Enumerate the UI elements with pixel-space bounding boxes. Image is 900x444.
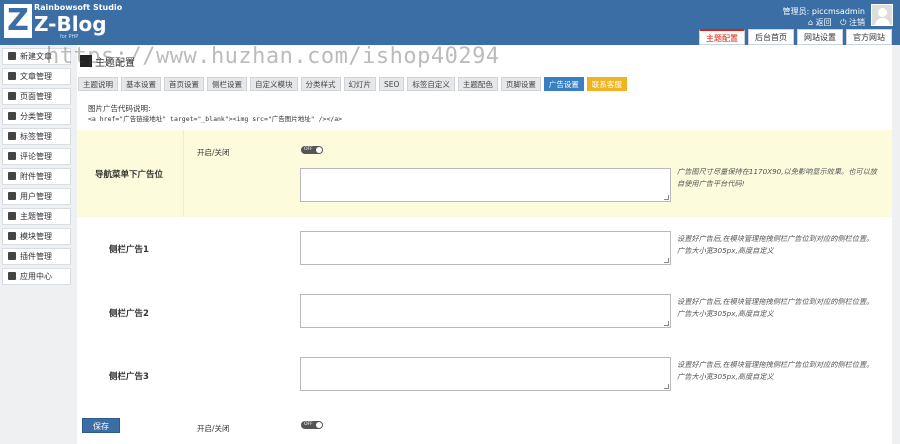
folder-icon — [8, 112, 16, 120]
settings-subtabs: 主题说明 基本设置 首页设置 侧栏设置 自定义模块 分类样式 幻灯片 SEO 标… — [78, 77, 627, 91]
settings-icon — [80, 55, 92, 67]
sidebar-item-label: 分类管理 — [20, 112, 52, 121]
ad-code-sample: <a href="广告链接地址" target="_blank"><img sr… — [88, 115, 343, 123]
tab-theme-intro[interactable]: 主题说明 — [78, 77, 118, 91]
tab-basic-settings[interactable]: 基本设置 — [121, 77, 161, 91]
top-header-bar: Z Rainbowsoft Studio Z-Blog for PHP 管理员:… — [0, 0, 900, 45]
sidebar-item-comments[interactable]: 评论管理 — [2, 148, 71, 165]
sidebar-item-label: 模块管理 — [20, 232, 52, 241]
sidebar-ad-3-hint: 设置好广告后,在模块管理拖拽侧栏广告位到对应的侧栏位置。广告大小宽305px,高… — [677, 360, 874, 381]
tag-icon — [8, 132, 16, 140]
sidebar-item-label: 页面管理 — [20, 92, 52, 101]
ad-row-sidebar-1: 侧栏广告1 设置好广告后,在模块管理拖拽侧栏广告位到对应的侧栏位置。广告大小宽3… — [77, 217, 892, 279]
toggle-label: 开启/关闭 — [197, 148, 230, 157]
brand-studio-text: Rainbowsoft Studio — [34, 3, 123, 12]
resize-handle-icon[interactable] — [664, 384, 669, 389]
row-label: 导航菜单下广告位 — [94, 170, 163, 180]
ad-row-nav: 导航菜单下广告位 开启/关闭 OFF 广告图尺寸尽量保持在1170X90,以免影… — [77, 130, 892, 217]
avatar[interactable] — [871, 4, 893, 26]
sidebar-ad-1-textarea[interactable] — [300, 231, 671, 265]
logout-link[interactable]: ⏻ 注销 — [840, 18, 865, 27]
row-label: 侧栏广告1 — [109, 245, 149, 255]
tab-custom-modules[interactable]: 自定义模块 — [250, 77, 298, 91]
back-link[interactable]: ⌂ 返回 — [808, 18, 832, 27]
sidebar-ad-2-hint: 设置好广告后,在模块管理拖拽侧栏广告位到对应的侧栏位置。广告大小宽305px,高… — [677, 297, 874, 318]
attachment-icon — [8, 172, 16, 180]
sidebar-item-attachments[interactable]: 附件管理 — [2, 168, 71, 185]
nav-ad-hint: 广告图尺寸尽量保持在1170X90,以免影响显示效果。也可以放自使用广告平台代码… — [677, 167, 877, 188]
app-center-icon — [8, 272, 16, 280]
bottom-toggle-label: 开启/关闭 — [197, 424, 230, 433]
sidebar-item-label: 文章管理 — [20, 72, 52, 81]
tab-tag-custom[interactable]: 标签自定义 — [407, 77, 455, 91]
bottom-ad-toggle[interactable]: OFF — [301, 421, 323, 429]
comment-icon — [8, 152, 16, 160]
save-button[interactable]: 保存 — [82, 418, 120, 433]
resize-handle-icon[interactable] — [664, 321, 669, 326]
brand-name: Z-Blog — [34, 12, 107, 36]
sidebar-item-label: 应用中心 — [20, 272, 52, 281]
page-title-area: 主题配置 — [80, 54, 135, 69]
pencil-icon — [8, 52, 16, 60]
sidebar-item-label: 用户管理 — [20, 192, 52, 201]
tab-footer-settings[interactable]: 页脚设置 — [500, 77, 541, 91]
theme-icon — [8, 212, 16, 220]
sidebar-item-label: 插件管理 — [20, 252, 52, 261]
top-nav-tabs: 主题配置 后台首页 网站设置 官方网站 — [699, 29, 892, 45]
nav-ad-toggle[interactable]: OFF — [301, 146, 323, 154]
tab-theme-colors[interactable]: 主题配色 — [457, 77, 498, 91]
sidebar-item-categories[interactable]: 分类管理 — [2, 108, 71, 125]
tab-slideshow[interactable]: 幻灯片 — [343, 77, 376, 91]
tab-seo[interactable]: SEO — [379, 77, 405, 91]
tab-sidebar-settings[interactable]: 侧栏设置 — [207, 77, 247, 91]
ad-row-sidebar-3: 侧栏广告3 设置好广告后,在模块管理拖拽侧栏广告位到对应的侧栏位置。广告大小宽3… — [77, 341, 892, 403]
sidebar-ad-3-textarea[interactable] — [300, 357, 671, 391]
sidebar-item-plugins[interactable]: 插件管理 — [2, 248, 71, 265]
sidebar-ad-2-textarea[interactable] — [300, 294, 671, 328]
sidebar-item-label: 主题管理 — [20, 212, 52, 221]
resize-handle-icon[interactable] — [664, 195, 669, 200]
sidebar-item-label: 新建文章 — [20, 52, 52, 61]
row-label: 侧栏广告2 — [109, 309, 149, 319]
document-icon — [8, 72, 16, 80]
sidebar-item-app-center[interactable]: 应用中心 — [2, 268, 71, 285]
page-icon — [8, 92, 16, 100]
brand-subtitle: for PHP — [60, 34, 79, 40]
zblog-logo-icon: Z — [4, 4, 32, 38]
admin-user-label: 管理员: piccmsadmin — [782, 7, 865, 16]
tab-theme-config[interactable]: 主题配置 — [699, 29, 745, 45]
tab-dashboard[interactable]: 后台首页 — [748, 29, 794, 45]
sidebar-item-modules[interactable]: 模块管理 — [2, 228, 71, 245]
page-title: 主题配置 — [95, 57, 135, 69]
sidebar-ad-1-hint: 设置好广告后,在模块管理拖拽侧栏广告位到对应的侧栏位置。广告大小宽305px,高… — [677, 234, 874, 255]
row-label: 侧栏广告3 — [109, 372, 149, 382]
tab-category-style[interactable]: 分类样式 — [300, 77, 341, 91]
module-icon — [8, 232, 16, 240]
row-divider — [183, 130, 184, 217]
sidebar-item-pages[interactable]: 页面管理 — [2, 88, 71, 105]
ad-row-sidebar-2: 侧栏广告2 设置好广告后,在模块管理拖拽侧栏广告位到对应的侧栏位置。广告大小宽3… — [77, 279, 892, 341]
tab-ad-settings[interactable]: 广告设置 — [543, 77, 584, 91]
sidebar-item-label: 标签管理 — [20, 132, 52, 141]
resize-handle-icon[interactable] — [664, 258, 669, 263]
main-content: 主题配置 主题说明 基本设置 首页设置 侧栏设置 自定义模块 分类样式 幻灯片 … — [77, 45, 892, 444]
tab-contact-support[interactable]: 联系客服 — [586, 77, 627, 91]
sidebar-item-posts[interactable]: 文章管理 — [2, 68, 71, 85]
tab-official-site[interactable]: 官方网站 — [846, 29, 892, 45]
sidebar-item-new-post[interactable]: 新建文章 — [2, 48, 71, 65]
user-icon — [8, 192, 16, 200]
sidebar: 新建文章 文章管理 页面管理 分类管理 标签管理 评论管理 附件管理 用户管理 … — [0, 45, 73, 444]
plugin-icon — [8, 252, 16, 260]
sidebar-item-tags[interactable]: 标签管理 — [2, 128, 71, 145]
sidebar-item-users[interactable]: 用户管理 — [2, 188, 71, 205]
nav-ad-textarea[interactable] — [300, 168, 671, 202]
sidebar-item-label: 附件管理 — [20, 172, 52, 181]
sidebar-item-label: 评论管理 — [20, 152, 52, 161]
tab-site-settings[interactable]: 网站设置 — [797, 29, 843, 45]
sidebar-item-themes[interactable]: 主题管理 — [2, 208, 71, 225]
tab-home-settings[interactable]: 首页设置 — [164, 77, 204, 91]
admin-links: ⌂ 返回 ⏻ 注销 — [802, 17, 865, 28]
